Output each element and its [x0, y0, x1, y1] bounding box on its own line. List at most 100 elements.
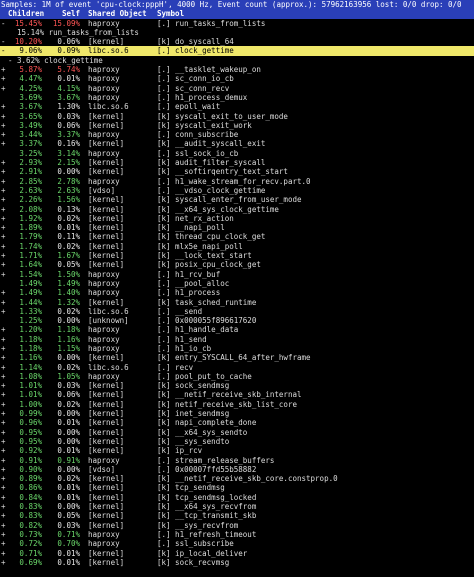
column-header-symbol[interactable]: Symbol — [157, 9, 184, 18]
symbol-name: [k] syscall_enter_from_user_mode — [157, 195, 302, 205]
report-row[interactable]: -15.45% 15.09% haproxy [.] run_tasks_from_l… — [0, 19, 474, 28]
symbol-name: [k] __audit_syscall_exit — [157, 139, 266, 149]
symbol-name: [k] entry_SYSCALL_64_after_hwframe — [157, 353, 311, 363]
report-row[interactable]: +1.54% 1.50% haproxy [.] h1_rcv_buf — [0, 270, 474, 279]
report-row[interactable]: 1.49% 1.49% haproxy [.] __pool_alloc — [0, 279, 474, 288]
report-row[interactable]: +1.20% 1.18% haproxy [.] h1_handle_data — [0, 325, 474, 334]
report-row[interactable]: +2.26% 1.56% [kernel] [k] syscall_enter_fro… — [0, 195, 474, 204]
shared-object: [kernel] — [88, 436, 125, 446]
children-percent: 0.82% — [19, 520, 42, 530]
report-row[interactable]: 3.69% 3.67% haproxy [.] h1_process_demux — [0, 93, 474, 102]
report-row[interactable]: +1.00% 0.02% [kernel] [k] netif_receive_skb… — [0, 400, 474, 409]
shared-object: [unknown] — [88, 316, 129, 326]
report-row[interactable]: +0.89% 0.02% [kernel] [k] __netif_receive_s… — [0, 474, 474, 483]
report-row[interactable]: +2.85% 2.78% haproxy [.] h1_wake_stream_for… — [0, 177, 474, 186]
report-row[interactable]: +2.91% 0.00% [kernel] [k] __softirqentry_te… — [0, 167, 474, 176]
report-row[interactable]: +4.47% 0.01% haproxy [.] sc_conn_io_cb — [0, 74, 474, 83]
column-header-children[interactable]: Children — [8, 9, 44, 18]
shared-object: [kernel] — [88, 474, 125, 484]
report-row[interactable]: +0.69% 0.01% [kernel] [k] sock_recvmsg — [0, 558, 474, 567]
report-row[interactable]: +0.96% 0.01% [kernel] [k] napi_complete_don… — [0, 418, 474, 427]
children-percent: 0.96% — [19, 418, 42, 428]
symbol-name: [.] 0x00007ffd55b58882 — [157, 464, 257, 474]
report-row[interactable]: +1.33% 0.02% libc.so.6 [.] __send — [0, 307, 474, 316]
shared-object: [kernel] — [88, 213, 125, 223]
report-row[interactable]: +1.92% 0.02% [kernel] [k] net_rx_action — [0, 214, 474, 223]
report-row[interactable]: -10.20% 0.06% [kernel] [k] do_syscall_64 — [0, 37, 474, 46]
report-row-selected[interactable]: -9.06% 0.09% libc.so.6 [.] clock_gettime — [0, 46, 474, 56]
report-row[interactable]: +1.89% 0.01% [kernel] [k] __napi_poll — [0, 223, 474, 232]
report-row[interactable]: +0.82% 0.03% [kernel] [k] __sys_recvfrom — [0, 521, 474, 530]
symbol-name: [k] ip_rcv — [157, 446, 203, 456]
self-percent: 0.00% — [57, 409, 80, 419]
report-row[interactable]: +0.83% 0.00% [kernel] [k] __x64_sys_recvfro… — [0, 502, 474, 511]
report-row[interactable]: +1.18% 1.15% haproxy [.] h1_io_cb — [0, 344, 474, 353]
symbol-name: [k] __napi_poll — [157, 223, 225, 233]
column-header-shared-object[interactable]: Shared Object — [88, 9, 147, 18]
self-percent: 1.56% — [57, 195, 80, 205]
self-percent: 0.02% — [57, 474, 80, 484]
symbol-name: [k] napi_complete_done — [157, 418, 257, 428]
report-row[interactable]: +2.08% 0.13% [kernel] [k] __x64_sys_clock_g… — [0, 205, 474, 214]
report-row[interactable]: +0.73% 0.71% haproxy [.] h1_refresh_timeout — [0, 530, 474, 539]
self-percent: 0.06% — [57, 37, 80, 47]
children-percent: 0.69% — [19, 557, 42, 567]
report-row[interactable]: +2.63% 2.63% [vdso] [.] __vdso_clock_gettim… — [0, 186, 474, 195]
shared-object: [kernel] — [88, 241, 125, 251]
shared-object: [kernel] — [88, 353, 125, 363]
self-percent: 0.01% — [57, 492, 80, 502]
callchain-row[interactable]: - 3.62% clock_gettime — [0, 56, 474, 65]
report-row[interactable]: +0.83% 0.05% [kernel] [k] __tcp_transmit_sk… — [0, 511, 474, 520]
report-row[interactable]: +3.49% 0.06% [kernel] [k] syscall_exit_work — [0, 121, 474, 130]
samples-summary: Samples: 1M of event 'cpu-clock:pppH', 4… — [1, 0, 462, 9]
report-row[interactable]: +1.16% 0.00% [kernel] [k] entry_SYSCALL_64_… — [0, 353, 474, 362]
report-row[interactable]: +5.87% 5.74% haproxy [.] __tasklet_wakeup_o… — [0, 65, 474, 74]
report-row[interactable]: +1.64% 0.05% [kernel] [k] posix_cpu_clock_g… — [0, 260, 474, 269]
report-row[interactable]: +0.99% 0.00% [kernel] [k] inet_sendmsg — [0, 409, 474, 418]
report-row[interactable]: +0.95% 0.00% [kernel] [k] __x64_sys_sendto — [0, 428, 474, 437]
report-row[interactable]: +0.72% 0.70% haproxy [.] ssl_subscribe — [0, 539, 474, 548]
report-row[interactable]: +1.18% 1.16% haproxy [.] h1_send — [0, 335, 474, 344]
report-row[interactable]: +1.08% 1.05% haproxy [.] pool_put_to_cache — [0, 372, 474, 381]
children-percent: 0.72% — [19, 539, 42, 549]
report-row[interactable]: +3.44% 3.37% haproxy [.] conn_subscribe — [0, 130, 474, 139]
children-percent: 0.84% — [19, 492, 42, 502]
samples-status-line: Samples: 1M of event 'cpu-clock:pppH', 4… — [0, 0, 474, 10]
callchain-row[interactable]: 15.14% run_tasks_from_lists — [0, 28, 474, 37]
report-row[interactable]: +1.74% 0.02% [kernel] [k] mlx5e_napi_poll — [0, 242, 474, 251]
children-percent: 2.85% — [19, 176, 42, 186]
shared-object: haproxy — [88, 334, 120, 344]
report-row[interactable]: +0.92% 0.01% [kernel] [k] ip_rcv — [0, 446, 474, 455]
report-row[interactable]: +3.37% 0.16% [kernel] [k] __audit_syscall_e… — [0, 139, 474, 148]
report-row[interactable]: +0.91% 0.91% haproxy [.] stream_release_buf… — [0, 456, 474, 465]
report-row[interactable]: +1.49% 1.40% haproxy [.] h1_process — [0, 288, 474, 297]
report-list[interactable]: -15.45% 15.09% haproxy [.] run_tasks_from_l… — [0, 19, 474, 568]
report-row[interactable]: +1.44% 1.32% [kernel] [k] task_sched_runtim… — [0, 298, 474, 307]
self-percent: 0.00% — [57, 502, 80, 512]
report-row[interactable]: +1.01% 0.03% [kernel] [k] sock_sendmsg — [0, 381, 474, 390]
report-row[interactable]: +4.25% 4.15% haproxy [.] sc_conn_recv — [0, 84, 474, 93]
symbol-name: [k] net_rx_action — [157, 213, 234, 223]
report-row[interactable]: +1.79% 0.11% [kernel] [k] thread_cpu_clock_… — [0, 232, 474, 241]
report-row[interactable]: 3.25% 3.14% haproxy [.] ssl_sock_io_cb — [0, 149, 474, 158]
report-row[interactable]: +0.90% 0.00% [vdso] [.] 0x00007ffd55b58882 — [0, 465, 474, 474]
report-row[interactable]: +1.71% 1.67% [kernel] [k] __lock_text_start — [0, 251, 474, 260]
report-row[interactable]: 1.25% 0.00% [unknown] [.] 0x000055f89661762… — [0, 316, 474, 325]
report-row[interactable]: +0.84% 0.01% [kernel] [k] tcp_sendmsg_locke… — [0, 493, 474, 502]
self-percent: 1.15% — [57, 343, 80, 353]
report-row[interactable]: +2.93% 2.15% [kernel] [k] audit_filter_sysc… — [0, 158, 474, 167]
report-row[interactable]: +0.86% 0.01% [kernel] [k] tcp_sendmsg — [0, 483, 474, 492]
symbol-name: [k] sock_sendmsg — [157, 381, 230, 391]
children-percent: 0.91% — [19, 455, 42, 465]
report-row[interactable]: +1.14% 0.02% libc.so.6 [.] recv — [0, 363, 474, 372]
self-percent: 0.01% — [57, 483, 80, 493]
report-row[interactable]: +3.65% 0.03% [kernel] [k] syscall_exit_to_u… — [0, 112, 474, 121]
self-percent: 0.01% — [57, 446, 80, 456]
column-header-self[interactable]: Self — [46, 9, 80, 18]
report-row[interactable]: +1.01% 0.06% [kernel] [k] __netif_receive_s… — [0, 390, 474, 399]
report-row[interactable]: +0.71% 0.01% [kernel] [k] ip_local_deliver — [0, 549, 474, 558]
report-row[interactable]: +0.95% 0.00% [kernel] [k] __sys_sendto — [0, 437, 474, 446]
self-percent: 0.00% — [57, 427, 80, 437]
callchain-text: - 3.62% clock_gettime — [8, 55, 103, 65]
report-row[interactable]: +3.67% 1.30% libc.so.6 [.] epoll_wait — [0, 102, 474, 111]
